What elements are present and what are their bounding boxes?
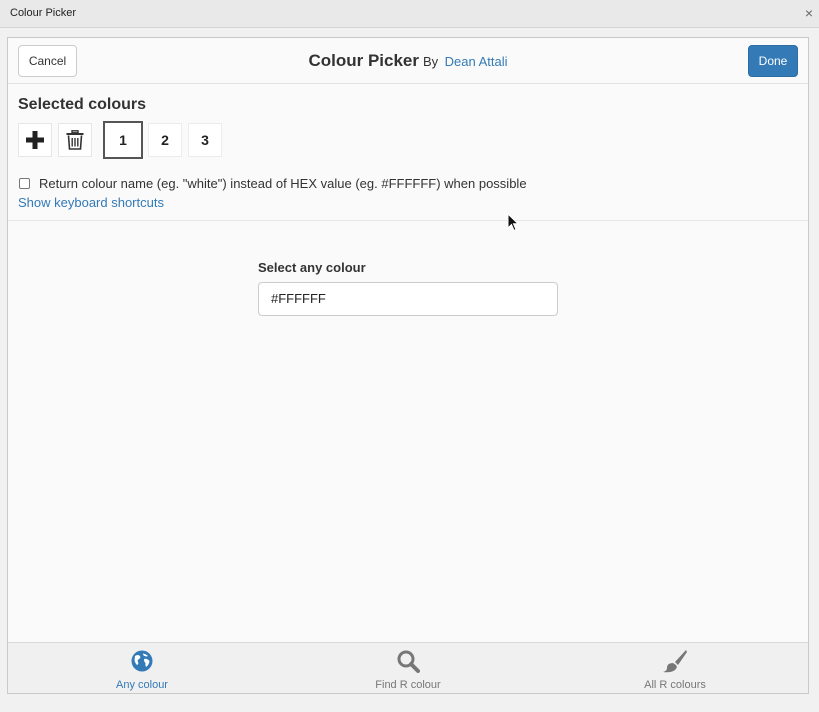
- selected-colour-3[interactable]: 3: [188, 123, 222, 157]
- tab-all-r-colours-label: All R colours: [644, 679, 706, 691]
- by-text: By: [423, 54, 439, 69]
- tab-any-colour[interactable]: Any colour: [62, 649, 222, 691]
- selected-colour-2[interactable]: 2: [148, 123, 182, 157]
- return-name-label: Return colour name (eg. "white") instead…: [39, 175, 527, 191]
- return-name-checkbox[interactable]: [19, 177, 30, 189]
- mouse-cursor-icon: [507, 213, 519, 232]
- show-shortcuts-link[interactable]: Show keyboard shortcuts: [18, 195, 164, 210]
- trash-icon: [66, 130, 84, 150]
- done-button[interactable]: Done: [748, 45, 798, 77]
- tab-any-colour-label: Any colour: [116, 679, 168, 691]
- author-link[interactable]: Dean Attali: [445, 54, 508, 69]
- colour-picker-dialog: Cancel Colour Picker By Dean Attali Done …: [7, 37, 809, 694]
- dialog-header: Cancel Colour Picker By Dean Attali Done: [8, 38, 808, 84]
- window-title: Colour Picker: [10, 7, 77, 19]
- plus-icon: [26, 131, 44, 149]
- app-title: Colour Picker: [308, 51, 420, 70]
- selected-colour-1[interactable]: 1: [103, 121, 143, 159]
- selected-colours-heading: Selected colours: [18, 96, 147, 113]
- close-window-icon[interactable]: ×: [801, 4, 817, 22]
- tab-bar: Any colour Find R colour All R colours: [8, 642, 808, 693]
- dialog-title: Colour Picker By Dean Attali: [8, 51, 808, 71]
- window-titlebar: Colour Picker ×: [0, 0, 819, 28]
- add-colour-button[interactable]: [18, 123, 52, 157]
- return-name-option: Return colour name (eg. "white") instead…: [18, 174, 527, 192]
- delete-colour-button[interactable]: [58, 123, 92, 157]
- tab-find-r-colour[interactable]: Find R colour: [328, 649, 488, 691]
- globe-icon: [131, 650, 153, 672]
- selected-colours-section: Selected colours 1 2 3 Return colour nam…: [8, 84, 808, 221]
- tab-all-r-colours[interactable]: All R colours: [595, 649, 755, 691]
- any-colour-picker: Select any colour #FFFFFF: [258, 260, 558, 316]
- picker-label: Select any colour: [258, 260, 366, 275]
- search-icon: [397, 650, 420, 673]
- colour-hex-input[interactable]: #FFFFFF: [258, 282, 558, 316]
- tab-find-r-colour-label: Find R colour: [375, 679, 441, 691]
- paintbrush-icon: [663, 650, 687, 673]
